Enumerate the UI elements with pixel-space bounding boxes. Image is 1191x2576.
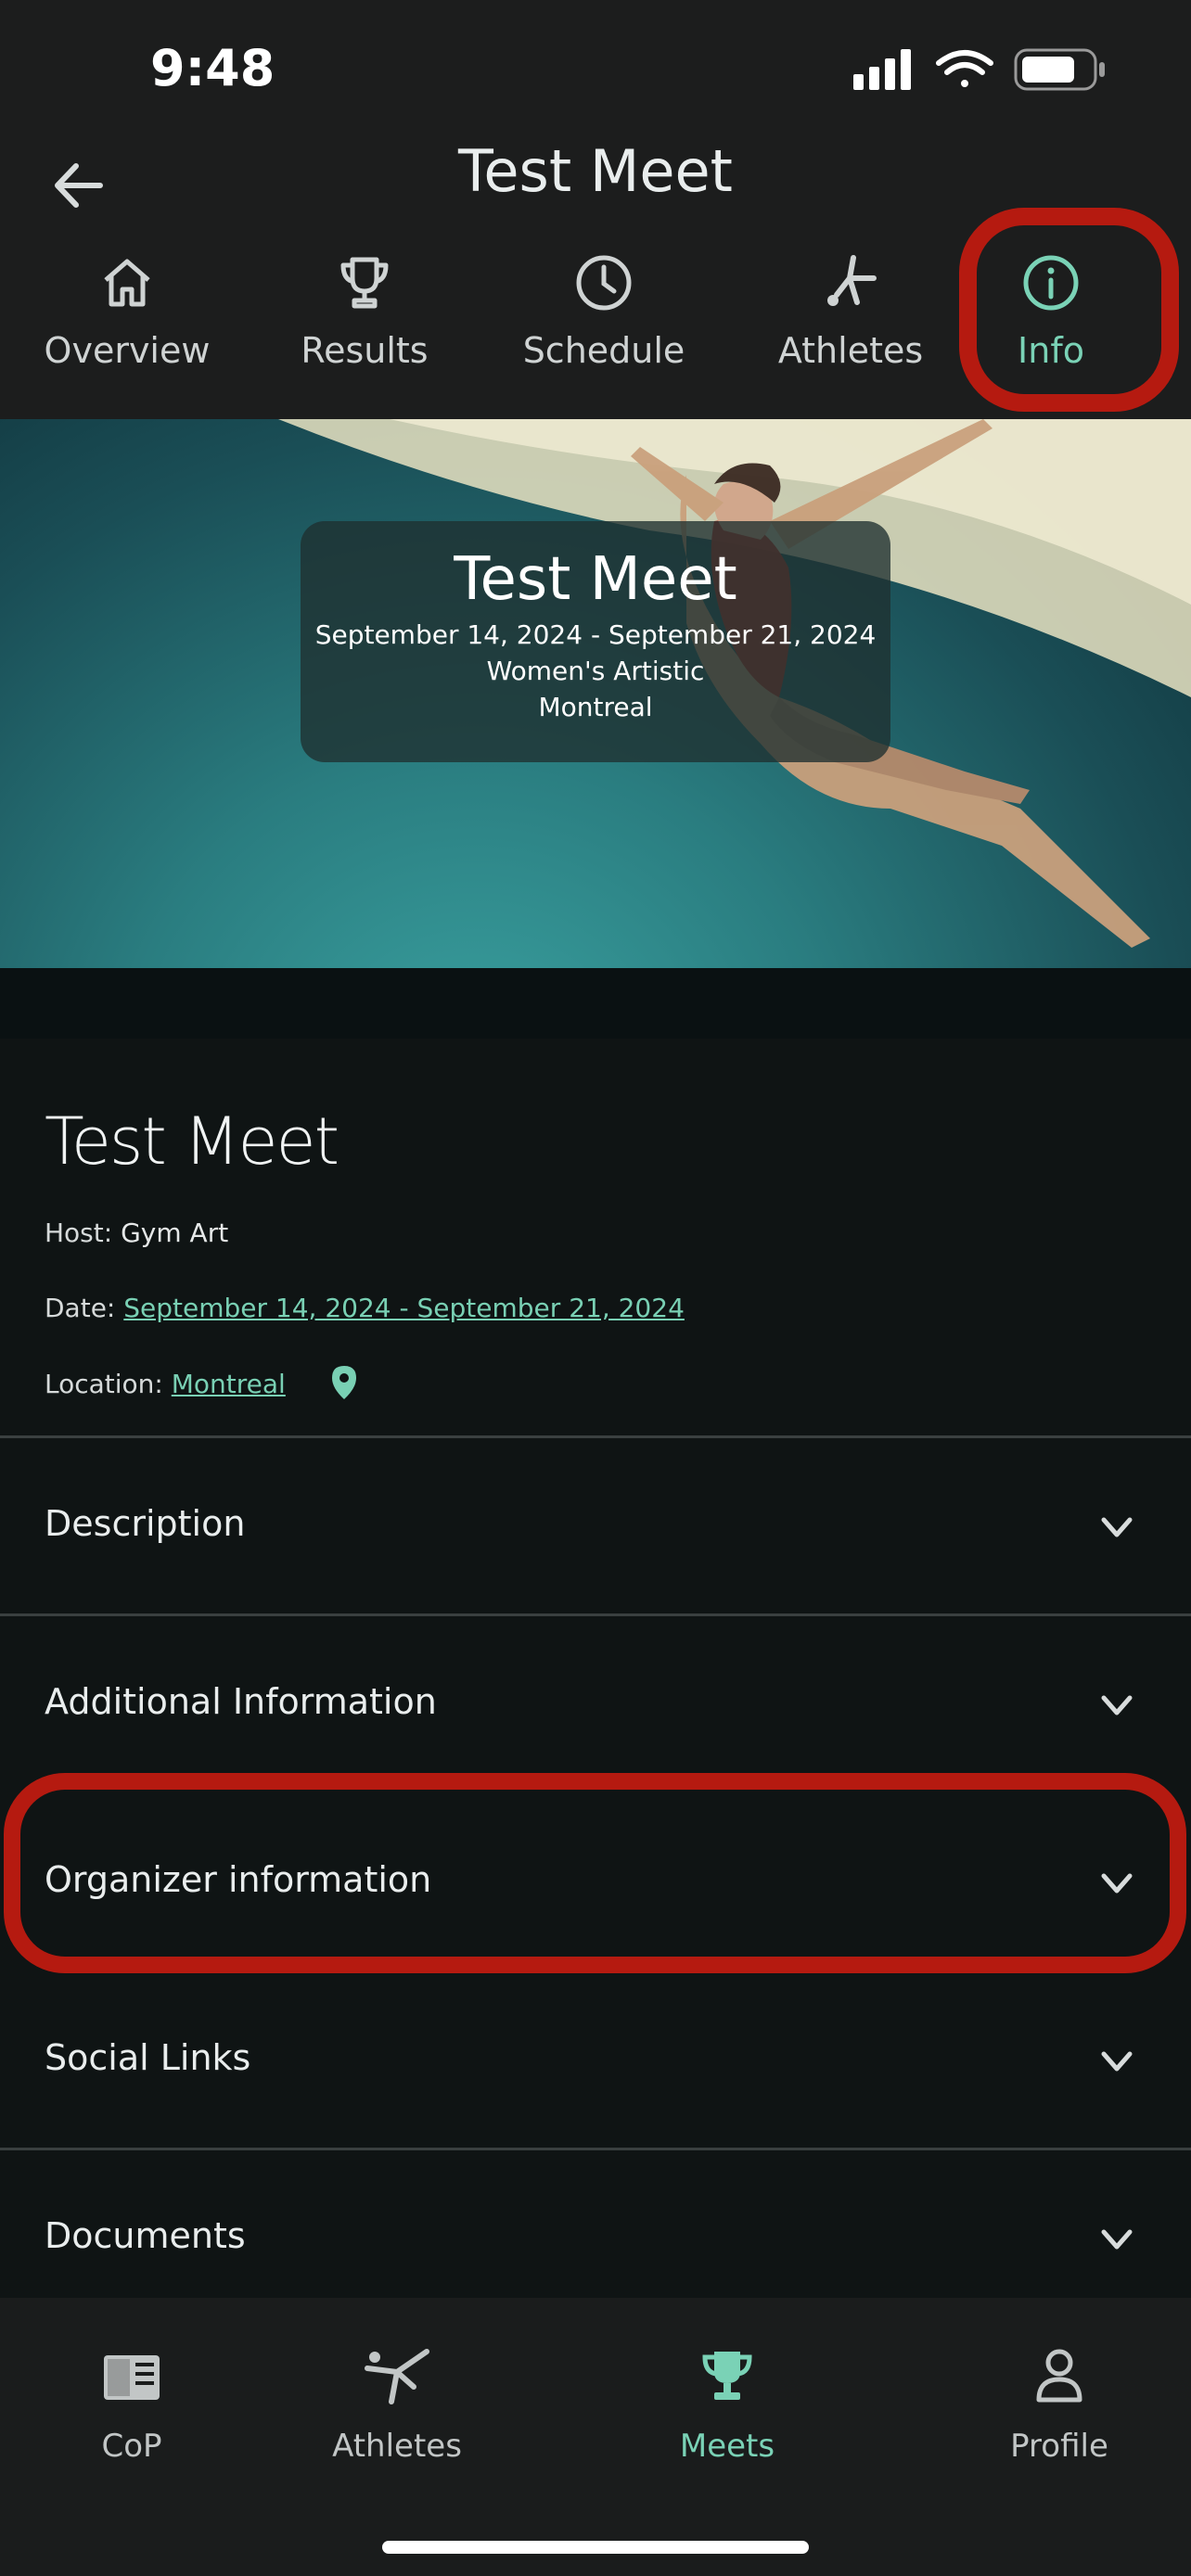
home-icon <box>104 259 150 307</box>
chevron-down-icon <box>1101 1517 1133 1537</box>
gymnast-icon <box>827 255 877 306</box>
section-documents-label: Documents <box>45 2215 246 2256</box>
home-indicator <box>382 2541 809 2554</box>
signal-icon <box>853 49 911 90</box>
hero-card: Test Meet September 14, 2024 - September… <box>301 521 890 762</box>
tab-schedule-label: Schedule <box>522 330 685 371</box>
nav-athletes-label: Athletes <box>332 2428 462 2465</box>
date-row: Date: September 14, 2024 - September 21,… <box>45 1293 685 1323</box>
hero-dates: September 14, 2024 - September 21, 2024 <box>314 619 877 650</box>
wifi-icon <box>936 50 993 87</box>
person-icon <box>1036 2349 1082 2403</box>
section-description[interactable]: Description <box>0 1435 1191 1612</box>
section-description-label: Description <box>45 1503 246 1544</box>
nav-profile[interactable]: Profile <box>957 2346 1161 2465</box>
tab-schedule[interactable]: Schedule <box>506 250 701 389</box>
organizer-highlight <box>4 1773 1186 1973</box>
map-pin-icon[interactable] <box>330 1364 358 1401</box>
host-label: Host: <box>45 1218 113 1248</box>
trophy-icon <box>702 2352 752 2400</box>
location-row: Location: Montreal <box>45 1369 286 1399</box>
section-social-links-label: Social Links <box>45 2037 251 2078</box>
tab-results-label: Results <box>301 330 429 371</box>
chevron-down-icon <box>1101 2051 1133 2072</box>
date-link[interactable]: September 14, 2024 - September 21, 2024 <box>123 1293 685 1323</box>
hero-title: Test Meet <box>454 545 737 614</box>
section-social-links[interactable]: Social Links <box>0 1970 1191 2146</box>
status-time: 9:48 <box>150 39 275 97</box>
nav-athletes[interactable]: Athletes <box>295 2346 499 2465</box>
tab-athletes-label: Athletes <box>777 330 924 371</box>
battery-icon <box>1014 48 1105 91</box>
nav-meets[interactable]: Meets <box>625 2346 829 2465</box>
location-link[interactable]: Montreal <box>172 1369 286 1399</box>
hero-discipline: Women's Artistic <box>486 656 705 686</box>
date-label: Date: <box>45 1293 116 1323</box>
section-additional-information-label: Additional Information <box>45 1681 437 1722</box>
status-icons <box>853 48 1105 91</box>
book-icon <box>104 2355 160 2400</box>
chevron-down-icon <box>1101 1695 1133 1715</box>
section-additional-information[interactable]: Additional Information <box>0 1613 1191 1790</box>
clock-icon <box>576 255 632 311</box>
gymnast-icon <box>365 2349 429 2404</box>
info-tab-highlight <box>959 208 1179 412</box>
tab-overview[interactable]: Overview <box>30 250 224 389</box>
meet-title: Test Meet <box>45 1103 339 1180</box>
nav-cop-label: CoP <box>101 2428 162 2465</box>
tab-overview-label: Overview <box>44 330 211 371</box>
page-title: Test Meet <box>458 137 733 205</box>
location-label: Location: <box>45 1369 163 1399</box>
nav-profile-label: Profile <box>1010 2428 1108 2465</box>
chevron-down-icon <box>1101 2229 1133 2250</box>
tab-results[interactable]: Results <box>267 250 462 389</box>
host-row: Host: Gym Art <box>45 1218 228 1248</box>
nav-cop[interactable]: CoP <box>30 2346 234 2465</box>
host-value: Gym Art <box>121 1218 229 1248</box>
tab-athletes[interactable]: Athletes <box>753 250 948 389</box>
nav-meets-label: Meets <box>679 2428 775 2465</box>
trophy-icon <box>340 257 389 309</box>
hero-divider <box>0 968 1191 1039</box>
hero-city: Montreal <box>538 692 653 722</box>
